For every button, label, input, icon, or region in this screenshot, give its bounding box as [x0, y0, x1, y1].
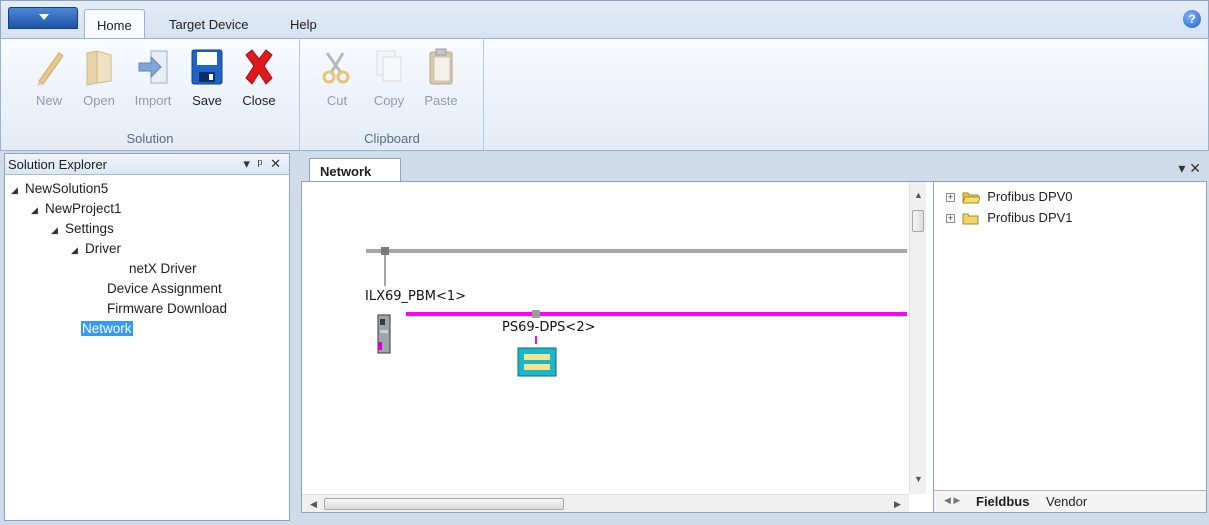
- solution-explorer-panel: Solution Explorer ▾ ᵖ ✕ ◢ NewSolution5 ◢ N…: [4, 153, 290, 521]
- tree-node-device-assignment[interactable]: Device Assignment: [5, 279, 289, 299]
- device-catalog: + Profibus DPV0 + Profibus DPV1 ◀ ▶ Fiel…: [933, 182, 1207, 512]
- expanded-triangle-icon[interactable]: ◢: [31, 200, 45, 220]
- import-button[interactable]: Import: [131, 47, 175, 108]
- profibus-connector: [532, 310, 540, 318]
- document-tabstrip: Network ▾ ✕: [293, 155, 1209, 181]
- application-menu-button[interactable]: [8, 7, 78, 29]
- question-icon[interactable]: ?: [1183, 10, 1201, 28]
- master-device-icon[interactable]: [377, 314, 391, 354]
- ribbon-group-label-solution: Solution: [126, 131, 174, 146]
- tree-node-network[interactable]: Network: [5, 319, 289, 339]
- ribbon: New Open Import Save Close Solution Cut …: [0, 38, 1209, 151]
- expand-plus-icon[interactable]: +: [946, 214, 955, 224]
- scroll-left-icon[interactable]: ◀: [310, 499, 317, 510]
- import-icon: [138, 50, 168, 84]
- pencil-icon: [37, 52, 64, 86]
- network-diagram: [366, 247, 907, 377]
- paste-button[interactable]: Paste: [419, 47, 463, 108]
- save-button[interactable]: Save: [185, 47, 229, 108]
- dropdown-arrow-icon: [39, 14, 49, 20]
- slave-device-label[interactable]: PS69-DPS<2>: [502, 320, 595, 335]
- network-document: ILX69_PBM<1> PS69-DPS<2> ▲ ▼ ◀ ▶ + Profi…: [301, 181, 1207, 513]
- network-canvas[interactable]: ILX69_PBM<1> PS69-DPS<2>: [302, 182, 907, 512]
- ribbon-group-label-clipboard: Clipboard: [364, 131, 420, 146]
- close-button[interactable]: Close: [237, 47, 281, 108]
- folder-open-icon: [961, 192, 980, 204]
- ribbon-group-solution: New Open Import Save Close Solution: [1, 39, 300, 150]
- solution-explorer-title: Solution Explorer: [8, 157, 107, 172]
- open-folder-icon: [86, 50, 112, 86]
- tree-node-project[interactable]: ◢ NewProject1: [5, 199, 289, 219]
- folder-icon: [962, 213, 979, 225]
- horizontal-scrollbar[interactable]: ◀ ▶: [302, 494, 909, 512]
- tab-scroll-arrows-icon[interactable]: ◀ ▶: [944, 495, 960, 506]
- tree-node-settings[interactable]: ◢ Settings: [5, 219, 289, 239]
- catalog-tabs: ◀ ▶ Fieldbus Vendor: [934, 490, 1206, 512]
- tree-node-solution[interactable]: ◢ NewSolution5: [5, 179, 289, 199]
- tree-node-driver[interactable]: ◢ Driver: [5, 239, 289, 259]
- tab-help[interactable]: Help: [278, 9, 329, 39]
- cut-button[interactable]: Cut: [315, 47, 359, 108]
- ribbon-group-clipboard: Cut Copy Paste Clipboard: [301, 39, 484, 150]
- tab-target-device[interactable]: Target Device: [157, 9, 260, 39]
- pin-icon[interactable]: ᵖ: [258, 156, 265, 171]
- open-button[interactable]: Open: [77, 47, 121, 108]
- expanded-triangle-icon[interactable]: ◢: [71, 240, 85, 260]
- solution-explorer-header: Solution Explorer ▾ ᵖ ✕: [5, 154, 289, 175]
- bus-connector: [381, 247, 389, 255]
- vertical-scroll-thumb[interactable]: [912, 210, 924, 232]
- panel-dropdown-icon[interactable]: ▾: [243, 156, 252, 171]
- copy-button[interactable]: Copy: [367, 47, 411, 108]
- tab-fieldbus[interactable]: Fieldbus: [976, 494, 1029, 509]
- clipboard-icon: [429, 48, 453, 85]
- close-document-icon[interactable]: ✕: [1189, 160, 1201, 176]
- new-button[interactable]: New: [27, 47, 71, 108]
- close-icon: [245, 49, 273, 85]
- tab-home[interactable]: Home: [84, 9, 145, 39]
- floppy-disk-icon: [191, 49, 223, 85]
- document-tools: ▾ ✕: [1178, 160, 1201, 177]
- scissors-icon: [322, 52, 350, 84]
- expanded-triangle-icon[interactable]: ◢: [51, 220, 65, 240]
- catalog-item-profibus-dpv1[interactable]: + Profibus DPV1: [946, 209, 1073, 227]
- expanded-triangle-icon[interactable]: ◢: [11, 180, 25, 200]
- tree-node-netx-driver[interactable]: netX Driver: [5, 259, 289, 279]
- close-panel-icon[interactable]: ✕: [270, 156, 283, 171]
- scroll-up-icon[interactable]: ▲: [914, 190, 923, 200]
- solution-tree: ◢ NewSolution5 ◢ NewProject1 ◢ Settings ◢ Dr…: [5, 175, 289, 339]
- tab-network[interactable]: Network: [309, 158, 401, 181]
- expand-plus-icon[interactable]: +: [946, 193, 955, 203]
- scroll-down-icon[interactable]: ▼: [914, 474, 923, 484]
- tab-vendor[interactable]: Vendor: [1046, 494, 1087, 509]
- master-device-label[interactable]: ILX69_PBM<1>: [365, 289, 466, 304]
- document-list-icon[interactable]: ▾: [1178, 160, 1185, 176]
- vertical-scrollbar[interactable]: ▲ ▼: [909, 182, 926, 494]
- scroll-right-icon[interactable]: ▶: [894, 499, 901, 510]
- tree-node-firmware-download[interactable]: Firmware Download: [5, 299, 289, 319]
- horizontal-scroll-thumb[interactable]: [324, 498, 564, 510]
- ribbon-tabbar: Home Target Device Help ?: [0, 0, 1209, 39]
- slave-device-icon[interactable]: [517, 347, 557, 377]
- catalog-item-profibus-dpv0[interactable]: + Profibus DPV0: [946, 188, 1073, 206]
- copy-icon: [376, 50, 402, 82]
